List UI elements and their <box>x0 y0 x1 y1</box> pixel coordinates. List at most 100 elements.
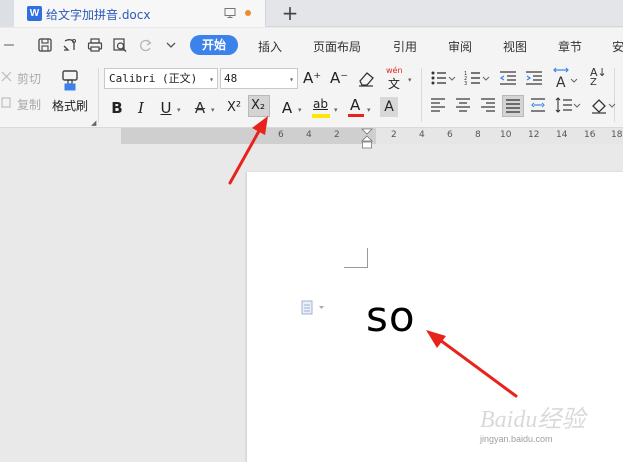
font-size-select[interactable]: 48 ▾ <box>220 68 298 89</box>
tab-section[interactable]: 章节 <box>558 38 582 55</box>
menu-bar: 开始 插入 页面布局 引用 审阅 视图 章节 安 <box>0 28 623 62</box>
phonetic-guide-glyph-icon: 文 <box>388 77 401 91</box>
sort-glyph-bottom: Z <box>590 77 597 88</box>
format-painter-button[interactable]: 格式刷 <box>52 97 88 114</box>
align-left-icon[interactable] <box>430 97 446 113</box>
align-right-icon[interactable] <box>480 97 496 113</box>
font-color-button[interactable]: A <box>347 96 365 119</box>
tab-references[interactable]: 引用 <box>393 38 417 55</box>
tab-page-layout[interactable]: 页面布局 <box>313 38 361 55</box>
highlight-color-bar <box>312 114 330 118</box>
tab-security[interactable]: 安 <box>612 38 623 55</box>
bold-button[interactable]: B <box>110 98 124 118</box>
document-body-text[interactable]: so <box>366 292 416 342</box>
superscript-button[interactable]: X² <box>224 98 244 118</box>
group-separator <box>98 68 99 122</box>
ruler-tick: 2 <box>334 130 340 140</box>
font-dialog-launcher-icon[interactable]: ◢ <box>91 119 96 127</box>
chevron-down-icon: ▾ <box>209 75 214 84</box>
phonetic-guide-button[interactable]: wén 文 <box>386 66 406 91</box>
highlight-glyph: ab <box>313 97 328 111</box>
copy-button[interactable]: 复制 <box>17 96 41 113</box>
chevron-down-icon[interactable]: ▾ <box>367 106 371 114</box>
sort-button[interactable]: A↓ Z <box>590 66 612 90</box>
font-name-select[interactable]: Calibri (正文) ▾ <box>104 68 218 89</box>
ruler-tick: 8 <box>475 130 481 140</box>
ruler-tick: 18 <box>611 130 623 140</box>
text-direction-icon[interactable]: A <box>552 67 578 89</box>
ruler-tick: 2 <box>391 130 397 140</box>
tab-view[interactable]: 视图 <box>503 38 527 55</box>
line-spacing-icon[interactable] <box>555 97 581 113</box>
watermark-brand: Baidu经验 <box>480 406 588 433</box>
font-color-glyph: A <box>350 96 361 114</box>
ruler-tick: 6 <box>278 130 284 140</box>
copy-icon[interactable] <box>0 96 14 110</box>
bullet-list-icon[interactable] <box>430 70 456 86</box>
underline-button[interactable]: U <box>158 98 174 118</box>
strikethrough-button[interactable]: A <box>192 98 208 118</box>
print-icon[interactable] <box>87 37 103 53</box>
chevron-down-icon[interactable]: ▾ <box>334 106 338 114</box>
wps-writer-document-icon: W <box>27 6 42 21</box>
ruler-tick: 4 <box>419 130 425 140</box>
tab-home[interactable]: 开始 <box>190 35 238 55</box>
chevron-down-icon[interactable] <box>4 37 18 53</box>
subscript-glyph: X₂ <box>251 98 266 113</box>
font-color-bar <box>348 114 364 117</box>
watermark-url: jingyan.baidu.com <box>480 434 553 444</box>
indent-marker-icon[interactable] <box>361 128 373 150</box>
phonetic-guide-pinyin: wén <box>386 66 403 75</box>
new-tab-button[interactable]: + <box>280 2 300 24</box>
group-separator <box>421 68 422 122</box>
font-name-value: Calibri (正文) <box>109 72 198 85</box>
font-size-value: 48 <box>224 72 238 85</box>
shrink-font-button[interactable]: A⁻ <box>330 68 352 88</box>
distributed-align-icon[interactable] <box>530 97 546 113</box>
print-preview-icon[interactable] <box>112 37 128 53</box>
chevron-down-icon[interactable]: ▾ <box>177 106 181 114</box>
clear-formatting-eraser-icon[interactable] <box>357 70 375 88</box>
cut-icon[interactable] <box>0 70 14 84</box>
unsaved-indicator-dot <box>245 10 251 16</box>
character-shading-button[interactable]: A <box>380 97 398 117</box>
align-justify-icon <box>506 99 520 113</box>
chevron-down-icon[interactable]: ▾ <box>408 76 412 84</box>
text-effect-button[interactable]: A <box>279 98 295 118</box>
margin-corner-mark <box>344 248 368 268</box>
cut-button[interactable]: 剪切 <box>17 70 41 87</box>
justify-button[interactable] <box>502 95 524 117</box>
ruler-tick: 10 <box>500 130 512 140</box>
svg-text:3: 3 <box>464 81 467 86</box>
grow-font-button[interactable]: A⁺ <box>303 68 325 88</box>
italic-button[interactable]: I <box>134 98 148 118</box>
ruler-tick: 14 <box>556 130 568 140</box>
redo-icon[interactable] <box>138 37 154 53</box>
increase-indent-icon[interactable] <box>525 70 543 86</box>
export-pdf-icon[interactable] <box>62 37 78 53</box>
format-painter-icon[interactable] <box>58 68 82 92</box>
title-tab-bar: W 给文字加拼音.docx + <box>0 0 623 27</box>
highlight-color-button[interactable]: ab <box>312 97 332 119</box>
tab-insert[interactable]: 插入 <box>258 38 282 55</box>
tab-review[interactable]: 审阅 <box>448 38 472 55</box>
svg-text:A: A <box>556 75 566 89</box>
document-tab-title[interactable]: 给文字加拼音.docx <box>46 6 150 23</box>
decrease-indent-icon[interactable] <box>499 70 517 86</box>
subscript-button[interactable]: X₂ <box>248 95 270 117</box>
paragraph-shading-icon[interactable] <box>590 97 616 115</box>
ruler-tick: 6 <box>447 130 453 140</box>
ruler-tick: 12 <box>528 130 540 140</box>
chevron-down-icon: ▾ <box>289 75 294 84</box>
monitor-icon[interactable] <box>224 7 236 19</box>
home-ribbon: 剪切 复制 格式刷 Calibri (正文) ▾ 48 ▾ A⁺ A⁻ wén … <box>0 62 623 128</box>
align-center-icon[interactable] <box>455 97 471 113</box>
chevron-down-icon[interactable]: ▾ <box>298 106 302 114</box>
tab-strip-left-edge <box>0 0 14 27</box>
chevron-down-icon[interactable]: ▾ <box>211 106 215 114</box>
paste-options-icon[interactable] <box>300 300 326 316</box>
customize-toolbar-chevron-icon[interactable] <box>163 37 179 53</box>
ruler-tick: 16 <box>584 130 596 140</box>
numbered-list-icon[interactable]: 1 2 3 <box>464 70 490 86</box>
save-icon[interactable] <box>37 37 53 53</box>
